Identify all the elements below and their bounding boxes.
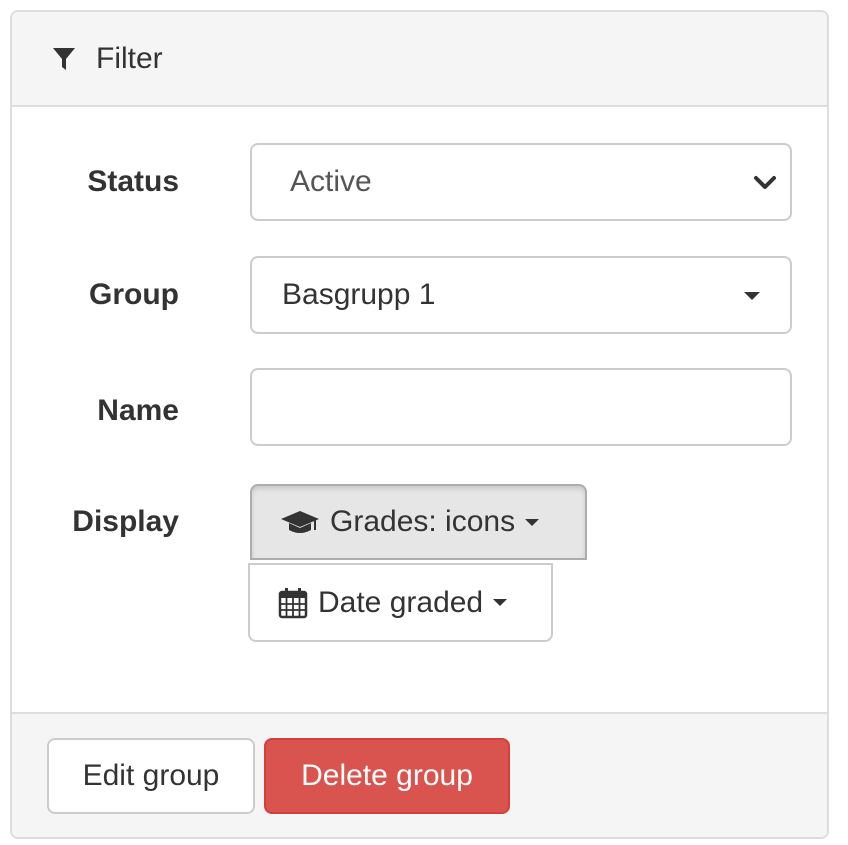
date-graded-dropdown[interactable]: Date graded bbox=[248, 563, 553, 642]
caret-down-icon bbox=[744, 292, 760, 300]
panel-heading: Filter bbox=[12, 12, 827, 107]
caret-down-icon bbox=[493, 599, 508, 606]
delete-group-button[interactable]: Delete group bbox=[264, 738, 510, 814]
grades-display-dropdown[interactable]: Grades: icons bbox=[250, 484, 587, 560]
grades-display-label: Grades: icons bbox=[330, 505, 516, 538]
name-input[interactable] bbox=[250, 368, 792, 446]
filter-panel: Filter Status Active Group Basgrupp 1 Na… bbox=[10, 10, 829, 839]
group-select[interactable]: Basgrupp 1 bbox=[250, 256, 792, 334]
name-row: Name bbox=[12, 368, 827, 446]
graduation-cap-icon bbox=[281, 511, 319, 533]
status-row: Status Active bbox=[12, 143, 827, 221]
caret-down-icon bbox=[525, 518, 540, 526]
edit-group-button[interactable]: Edit group bbox=[47, 738, 255, 814]
status-selected-value: Active bbox=[290, 165, 372, 198]
filter-icon bbox=[53, 47, 75, 70]
display-label: Display bbox=[72, 505, 179, 538]
panel-title: Filter bbox=[96, 41, 163, 75]
chevron-down-icon bbox=[754, 176, 776, 189]
status-label: Status bbox=[87, 165, 179, 198]
panel-footer: Edit group Delete group bbox=[12, 712, 827, 837]
calendar-icon bbox=[278, 587, 308, 618]
date-graded-label: Date graded bbox=[318, 585, 484, 619]
group-row: Group Basgrupp 1 bbox=[12, 256, 827, 334]
name-label: Name bbox=[97, 394, 179, 427]
status-select[interactable]: Active bbox=[250, 143, 792, 221]
group-label: Group bbox=[89, 278, 179, 311]
group-selected-value: Basgrupp 1 bbox=[282, 278, 436, 311]
